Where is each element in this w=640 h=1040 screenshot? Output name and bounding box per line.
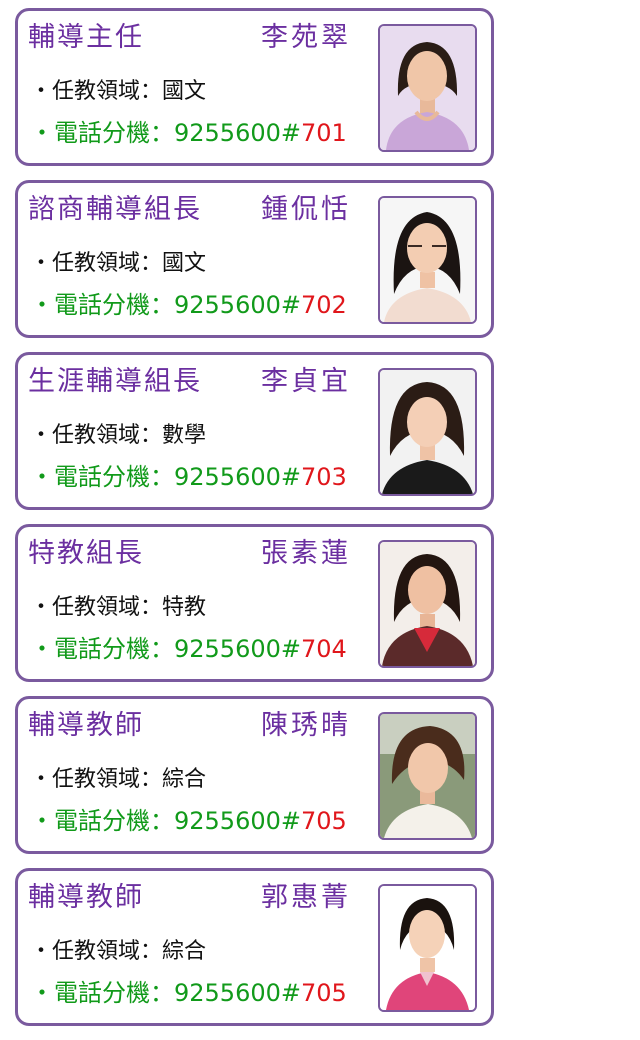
subject-label: ・任教領域： (30, 79, 163, 104)
subject-label: ・任教領域： (30, 595, 163, 620)
phone-line: ・電話分機：9255600#705 (30, 807, 347, 835)
card-name: 郭惠菁 (261, 882, 351, 913)
subject-value: 綜合 (162, 939, 207, 964)
phone-extension: 705 (301, 979, 347, 1007)
card-title: 生涯輔導組長 (28, 366, 202, 397)
staff-card: 輔導主任 李苑翠 ・任教領域：國文 ・電話分機：9255600#701 (15, 8, 494, 166)
staff-card: 輔導教師 郭惠菁 ・任教領域：綜合 ・電話分機：9255600#705 (15, 868, 494, 1026)
phone-label: ・電話分機： (30, 291, 174, 319)
subject-value: 綜合 (162, 767, 207, 792)
phone-extension: 701 (301, 119, 347, 147)
card-title: 輔導教師 (28, 882, 144, 913)
phone-label: ・電話分機： (30, 635, 174, 663)
subject-label: ・任教領域： (30, 939, 163, 964)
staff-card-list: 輔導主任 李苑翠 ・任教領域：國文 ・電話分機：9255600#701 諮商輔導… (15, 8, 495, 1040)
portrait-photo (378, 540, 477, 668)
phone-label: ・電話分機： (30, 119, 174, 147)
staff-card: 特教組長 張素蓮 ・任教領域：特教 ・電話分機：9255600#704 (15, 524, 494, 682)
card-title: 特教組長 (28, 538, 144, 569)
phone-line: ・電話分機：9255600#703 (30, 463, 347, 491)
portrait-photo (378, 196, 477, 324)
portrait-image (380, 886, 475, 1010)
portrait-image (380, 198, 475, 322)
subject-value: 特教 (162, 595, 207, 620)
subject-line: ・任教領域：國文 (30, 250, 206, 278)
card-name: 張素蓮 (261, 538, 351, 569)
staff-card: 輔導教師 陳琇晴 ・任教領域：綜合 ・電話分機：9255600#705 (15, 696, 494, 854)
portrait-image (380, 542, 475, 666)
subject-line: ・任教領域：特教 (30, 594, 206, 622)
phone-extension: 704 (301, 635, 347, 663)
portrait-photo (378, 884, 477, 1012)
subject-line: ・任教領域：綜合 (30, 766, 206, 794)
card-name: 鍾侃恬 (261, 194, 351, 225)
phone-number: 9255600# (174, 979, 301, 1007)
subject-label: ・任教領域： (30, 423, 163, 448)
phone-number: 9255600# (174, 463, 301, 491)
card-title: 諮商輔導組長 (28, 194, 202, 225)
phone-extension: 702 (301, 291, 347, 319)
phone-number: 9255600# (174, 119, 301, 147)
phone-line: ・電話分機：9255600#705 (30, 979, 347, 1007)
subject-line: ・任教領域：國文 (30, 78, 206, 106)
phone-number: 9255600# (174, 291, 301, 319)
card-name: 李苑翠 (261, 22, 351, 53)
subject-value: 國文 (162, 79, 207, 104)
subject-label: ・任教領域： (30, 767, 163, 792)
phone-line: ・電話分機：9255600#701 (30, 119, 347, 147)
portrait-photo (378, 712, 477, 840)
portrait-image (380, 26, 475, 150)
phone-extension: 705 (301, 807, 347, 835)
subject-value: 國文 (162, 251, 207, 276)
phone-number: 9255600# (174, 807, 301, 835)
staff-card: 諮商輔導組長 鍾侃恬 ・任教領域：國文 ・電話分機：9255600#702 (15, 180, 494, 338)
phone-label: ・電話分機： (30, 979, 174, 1007)
phone-line: ・電話分機：9255600#702 (30, 291, 347, 319)
staff-card: 生涯輔導組長 李貞宜 ・任教領域：數學 ・電話分機：9255600#703 (15, 352, 494, 510)
subject-label: ・任教領域： (30, 251, 163, 276)
portrait-photo (378, 368, 477, 496)
subject-line: ・任教領域：數學 (30, 422, 206, 450)
portrait-image (380, 714, 475, 838)
phone-label: ・電話分機： (30, 463, 174, 491)
subject-value: 數學 (162, 423, 207, 448)
portrait-photo (378, 24, 477, 152)
phone-extension: 703 (301, 463, 347, 491)
card-title: 輔導主任 (28, 22, 144, 53)
phone-label: ・電話分機： (30, 807, 174, 835)
phone-line: ・電話分機：9255600#704 (30, 635, 347, 663)
phone-number: 9255600# (174, 635, 301, 663)
subject-line: ・任教領域：綜合 (30, 938, 206, 966)
card-title: 輔導教師 (28, 710, 144, 741)
card-name: 陳琇晴 (261, 710, 351, 741)
portrait-image (380, 370, 475, 494)
card-name: 李貞宜 (261, 366, 351, 397)
